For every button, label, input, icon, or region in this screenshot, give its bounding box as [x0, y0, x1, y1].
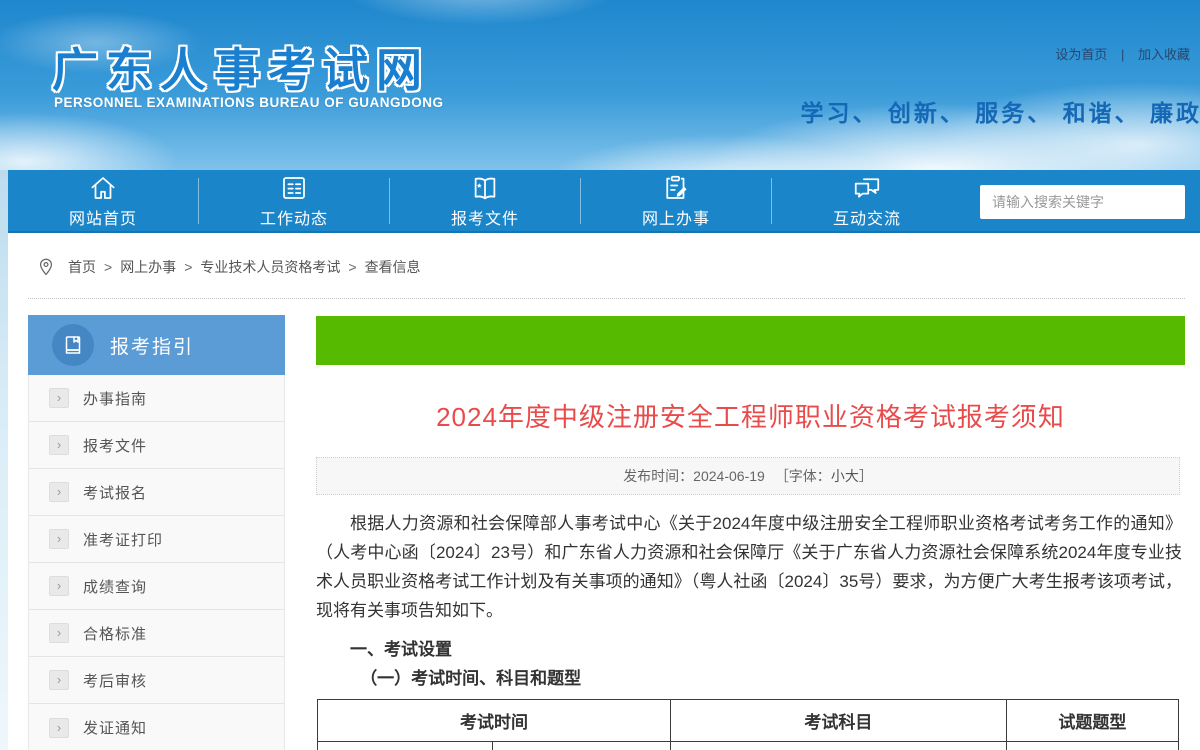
- main-nav: 网站首页 工作动态 报考文件: [8, 170, 1200, 233]
- font-size-prefix: ［字体：: [775, 466, 831, 486]
- sidebar-item-passing-standard[interactable]: › 合格标准: [29, 610, 284, 657]
- sidebar-item-label: 办事指南: [83, 388, 147, 409]
- table-cell: [1006, 742, 1178, 750]
- sidebar-item-label: 报考文件: [83, 435, 147, 456]
- breadcrumb: 首页 > 网上办事 > 专业技术人员资格考试 > 查看信息: [36, 257, 421, 277]
- site-slogan: 学习、 创新、 服务、 和谐、 廉政: [800, 94, 1200, 128]
- column-header-exam-subject: 考试科目: [671, 700, 1007, 742]
- table-cell: [492, 742, 670, 750]
- sidebar-title: 报考指引: [110, 332, 194, 359]
- sidebar-item-service-guide[interactable]: › 办事指南: [29, 375, 284, 422]
- nav-item-label: 网上办事: [642, 205, 710, 229]
- sidebar-header: 报考指引: [28, 315, 285, 375]
- breadcrumb-view-info[interactable]: 查看信息: [365, 257, 421, 277]
- page: 广东人事考试网 PERSONNEL EXAMINATIONS BUREAU OF…: [0, 0, 1200, 750]
- nav-item-label: 互动交流: [833, 205, 901, 229]
- column-header-question-type: 试题题型: [1006, 700, 1178, 742]
- section-heading: 一、考试设置: [316, 635, 1182, 664]
- set-home-link[interactable]: 设为首页: [1055, 47, 1107, 62]
- font-size-small-link[interactable]: 小: [831, 466, 845, 486]
- font-size-suffix: ］: [859, 466, 873, 486]
- news-list-icon: [279, 173, 309, 203]
- chevron-right-icon: ›: [49, 435, 69, 455]
- nav-item-home[interactable]: 网站首页: [8, 169, 198, 232]
- site-title: 广东人事考试网: [52, 34, 430, 100]
- exam-schedule-table: 考试时间 考试科目 试题题型: [317, 699, 1179, 750]
- sidebar-item-certificate-notice[interactable]: › 发证通知: [29, 704, 284, 750]
- nav-item-label: 报考文件: [451, 205, 519, 229]
- sidebar-item-label: 考后审核: [83, 670, 147, 691]
- nav-item-exam-documents[interactable]: 报考文件: [390, 169, 580, 232]
- table-row: [318, 742, 1179, 750]
- nav-item-interaction[interactable]: 互动交流: [772, 169, 962, 232]
- table-cell: [318, 742, 493, 750]
- sidebar-item-exam-documents[interactable]: › 报考文件: [29, 422, 284, 469]
- breadcrumb-separator: >: [184, 259, 192, 275]
- nav-item-label: 工作动态: [260, 205, 328, 229]
- home-icon: [88, 173, 118, 203]
- publish-info-bar: 发布时间：2024-06-19 ［字体： 小 大 ］: [316, 457, 1180, 495]
- green-banner: [316, 316, 1185, 365]
- sidebar-list: › 办事指南 › 报考文件 › 考试报名 › 准考证打印 › 成绩查询 › 合格…: [28, 375, 285, 750]
- breadcrumb-divider-line: [28, 298, 1185, 299]
- sidebar-item-label: 准考证打印: [83, 529, 163, 550]
- font-size-large-link[interactable]: 大: [845, 466, 859, 486]
- chevron-right-icon: ›: [49, 623, 69, 643]
- table-header-row: 考试时间 考试科目 试题题型: [318, 700, 1179, 742]
- column-header-exam-time: 考试时间: [318, 700, 671, 742]
- sidebar-item-label: 发证通知: [83, 717, 147, 738]
- breadcrumb-bar: 首页 > 网上办事 > 专业技术人员资格考试 > 查看信息: [8, 233, 1200, 305]
- header-top-links: 设为首页 | 加入收藏: [1055, 44, 1190, 63]
- chevron-right-icon: ›: [49, 718, 69, 738]
- article-paragraph: 根据人力资源和社会保障部人事考试中心《关于2024年度中级注册安全工程师职业资格…: [316, 509, 1182, 625]
- chevron-right-icon: ›: [49, 482, 69, 502]
- table-cell: [671, 742, 1007, 750]
- chat-bubbles-icon: [852, 173, 882, 203]
- nav-item-label: 网站首页: [69, 205, 137, 229]
- nav-item-online-services[interactable]: 网上办事: [581, 169, 771, 232]
- chevron-right-icon: ›: [49, 388, 69, 408]
- sidebar-item-label: 成绩查询: [83, 576, 147, 597]
- site-subtitle: PERSONNEL EXAMINATIONS BUREAU OF GUANGDO…: [54, 95, 444, 110]
- breadcrumb-home[interactable]: 首页: [68, 257, 96, 277]
- sidebar-item-label: 合格标准: [83, 623, 147, 644]
- publish-time: 发布时间：2024-06-19: [623, 466, 765, 486]
- top-links-divider: |: [1121, 47, 1124, 62]
- search-box: [980, 185, 1185, 219]
- guide-book-icon: [52, 324, 94, 366]
- search-input[interactable]: [992, 194, 1173, 210]
- chevron-right-icon: ›: [49, 576, 69, 596]
- sidebar-item-post-exam-review[interactable]: › 考后审核: [29, 657, 284, 704]
- breadcrumb-professional-exams[interactable]: 专业技术人员资格考试: [200, 257, 340, 277]
- page-left-gutter: [0, 170, 8, 750]
- sidebar-item-score-query[interactable]: › 成绩查询: [29, 563, 284, 610]
- nav-item-news[interactable]: 工作动态: [199, 169, 389, 232]
- open-book-icon: [470, 173, 500, 203]
- sidebar-item-admission-ticket[interactable]: › 准考证打印: [29, 516, 284, 563]
- chevron-right-icon: ›: [49, 670, 69, 690]
- chevron-right-icon: ›: [49, 529, 69, 549]
- breadcrumb-separator: >: [348, 259, 356, 275]
- subsection-heading: （一）考试时间、科目和题型: [316, 664, 1182, 693]
- location-pin-icon: [36, 257, 56, 277]
- clipboard-pen-icon: [661, 173, 691, 203]
- article-area: 2024年度中级注册安全工程师职业资格考试报考须知 发布时间：2024-06-1…: [316, 315, 1185, 750]
- breadcrumb-online-services[interactable]: 网上办事: [120, 257, 176, 277]
- breadcrumb-separator: >: [104, 259, 112, 275]
- sidebar-item-exam-registration[interactable]: › 考试报名: [29, 469, 284, 516]
- article-title: 2024年度中级注册安全工程师职业资格考试报考须知: [316, 397, 1185, 434]
- sidebar: 报考指引 › 办事指南 › 报考文件 › 考试报名 › 准考证打印 › 成绩查询: [28, 315, 285, 750]
- add-favorite-link[interactable]: 加入收藏: [1138, 47, 1190, 62]
- sidebar-item-label: 考试报名: [83, 482, 147, 503]
- site-header-banner: 广东人事考试网 PERSONNEL EXAMINATIONS BUREAU OF…: [0, 0, 1200, 170]
